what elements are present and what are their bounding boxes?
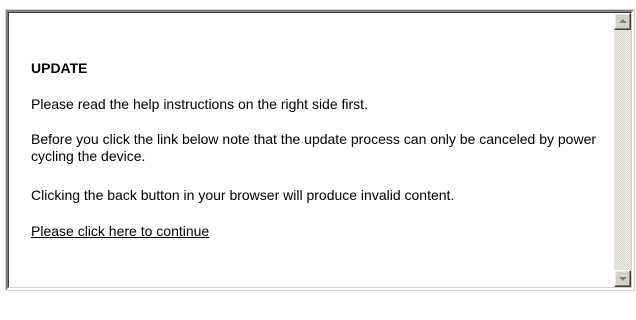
continue-link-row: Please click here to continue [31,223,614,240]
continue-link[interactable]: Please click here to continue [31,223,209,239]
help-instruction-text: Please read the help instructions on the… [31,96,368,112]
cancel-warning-text: Before you click the link below note tha… [31,131,597,164]
content-frame: UPDATE Please read the help instructions… [5,9,635,291]
arrow-down-icon [619,277,627,281]
page-title: UPDATE [31,60,88,76]
vertical-scrollbar[interactable] [614,13,631,287]
update-panel: UPDATE Please read the help instructions… [9,13,614,287]
frame-inner-border: UPDATE Please read the help instructions… [8,12,632,288]
back-button-warning-text: Clicking the back button in your browser… [31,187,455,203]
arrow-up-icon [619,19,627,23]
scroll-up-button[interactable] [614,13,631,30]
scroll-down-button[interactable] [614,270,631,287]
